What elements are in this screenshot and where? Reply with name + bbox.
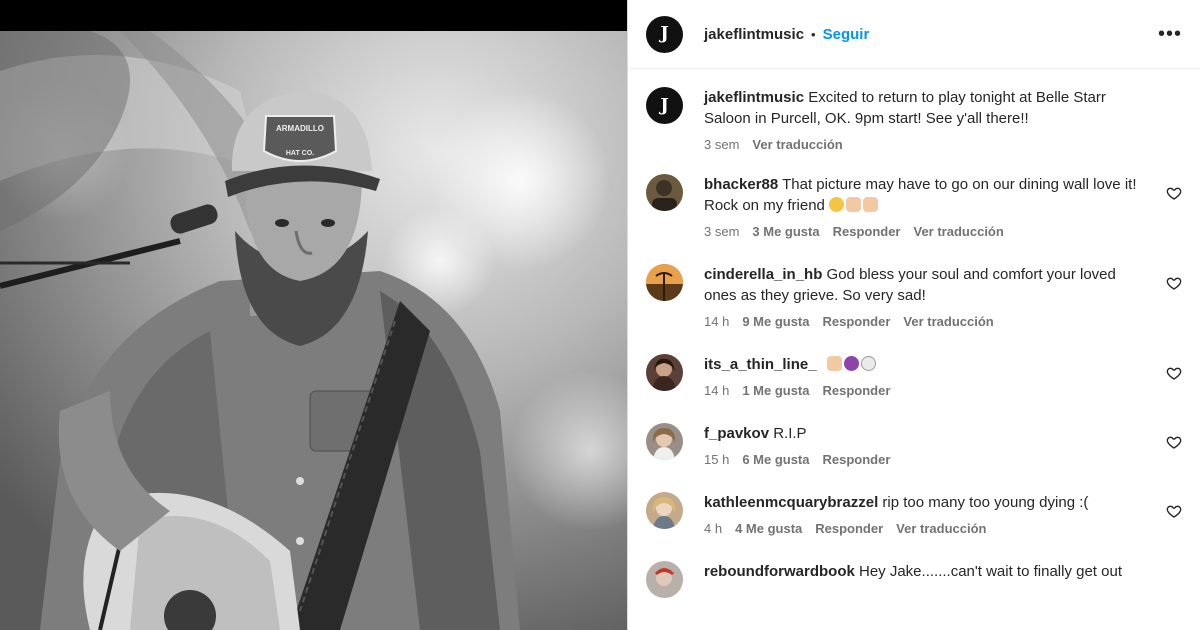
comment-text-block: reboundforwardbook Hey Jake.......can't … <box>704 561 1144 582</box>
reply-button[interactable]: Responder <box>833 224 901 239</box>
comment-meta: 14 h 1 Me gusta Responder <box>704 383 1144 398</box>
comment-row: its_a_thin_line_ 14 h 1 Me gusta Respond… <box>646 354 1182 398</box>
more-options-icon[interactable]: ••• <box>1158 23 1182 46</box>
comment-username[interactable]: bhacker88 <box>704 176 778 193</box>
svg-text:HAT CO.: HAT CO. <box>286 150 314 157</box>
comment-text-block: bhacker88 That picture may have to go on… <box>704 174 1144 216</box>
commenter-avatar[interactable] <box>646 561 683 598</box>
comment-meta: 15 h 6 Me gusta Responder <box>704 452 1144 467</box>
post-photo[interactable]: ARMADILLO HAT CO. <box>0 31 627 630</box>
dove-emoji-icon <box>860 356 876 371</box>
flexed-arm-emoji-icon <box>846 197 862 212</box>
follow-button[interactable]: Seguir <box>823 26 870 43</box>
comment-time[interactable]: 14 h <box>704 383 729 398</box>
post-side-panel: J jakeflintmusic • Seguir ••• J jakeflin… <box>627 0 1200 630</box>
translate-link[interactable]: Ver traducción <box>914 224 1004 239</box>
post-photo-pane: ARMADILLO HAT CO. <box>0 0 627 630</box>
comment-time[interactable]: 15 h <box>704 452 729 467</box>
comment-username[interactable]: reboundforwardbook <box>704 563 855 580</box>
comment-username[interactable]: kathleenmcquarybrazzel <box>704 494 878 511</box>
purple-heart-emoji-icon <box>843 356 859 371</box>
comment-time[interactable]: 4 h <box>704 521 722 536</box>
comment-time[interactable]: 14 h <box>704 314 729 329</box>
comment-text-block: cinderella_in_hb God bless your soul and… <box>704 264 1144 306</box>
like-heart-icon[interactable] <box>1166 365 1182 381</box>
comment-row: kathleenmcquarybrazzel rip too many too … <box>646 492 1182 536</box>
comment-text: R.I.P <box>773 425 807 442</box>
photo-top-bar <box>0 0 627 31</box>
praying-hands-emoji-icon <box>826 356 842 371</box>
comment-text-block: kathleenmcquarybrazzel rip too many too … <box>704 492 1144 513</box>
thumbs-up-emoji-icon <box>863 197 879 212</box>
laughing-emoji-icon <box>829 197 845 212</box>
translate-link[interactable]: Ver traducción <box>896 521 986 536</box>
post-header: J jakeflintmusic • Seguir ••• <box>628 0 1200 69</box>
reply-button[interactable]: Responder <box>823 383 891 398</box>
like-heart-icon[interactable] <box>1166 275 1182 291</box>
commenter-avatar[interactable] <box>646 423 683 460</box>
comment-meta: 4 h 4 Me gusta Responder Ver traducción <box>704 521 1144 536</box>
caption-translate-link[interactable]: Ver traducción <box>752 137 842 152</box>
like-heart-icon[interactable] <box>1166 503 1182 519</box>
comment-likes[interactable]: 9 Me gusta <box>742 314 809 329</box>
caption-time[interactable]: 3 sem <box>704 137 739 152</box>
comment-text: Hey Jake.......can't wait to finally get… <box>859 563 1122 580</box>
author-avatar[interactable]: J <box>646 15 683 53</box>
comment-likes[interactable]: 1 Me gusta <box>742 383 809 398</box>
comment-username[interactable]: f_pavkov <box>704 425 769 442</box>
comment-likes[interactable]: 3 Me gusta <box>752 224 819 239</box>
caption-username[interactable]: jakeflintmusic <box>704 89 804 106</box>
comment-row: reboundforwardbook Hey Jake.......can't … <box>646 561 1182 598</box>
comment-likes[interactable]: 4 Me gusta <box>735 521 802 536</box>
translate-link[interactable]: Ver traducción <box>903 314 993 329</box>
commenter-avatar[interactable] <box>646 264 683 301</box>
like-heart-icon[interactable] <box>1166 434 1182 450</box>
comments-list: J jakeflintmusic Excited to return to pl… <box>628 69 1200 598</box>
caption-row: J jakeflintmusic Excited to return to pl… <box>646 87 1182 152</box>
caption-text-block: jakeflintmusic Excited to return to play… <box>704 87 1144 129</box>
comment-text-block: f_pavkov R.I.P <box>704 423 1144 444</box>
comment-row: f_pavkov R.I.P 15 h 6 Me gusta Responder <box>646 423 1182 467</box>
commenter-avatar[interactable] <box>646 354 683 391</box>
separator-dot: • <box>811 26 816 42</box>
comment-meta: 14 h 9 Me gusta Responder Ver traducción <box>704 314 1144 329</box>
comment-meta: 3 sem 3 Me gusta Responder Ver traducció… <box>704 224 1144 239</box>
like-heart-icon[interactable] <box>1166 185 1182 201</box>
reply-button[interactable]: Responder <box>815 521 883 536</box>
svg-text:ARMADILLO: ARMADILLO <box>276 124 324 133</box>
reply-button[interactable]: Responder <box>823 452 891 467</box>
comment-time[interactable]: 3 sem <box>704 224 739 239</box>
comment-row: bhacker88 That picture may have to go on… <box>646 174 1182 239</box>
comment-username[interactable]: its_a_thin_line_ <box>704 356 817 373</box>
comment-username[interactable]: cinderella_in_hb <box>704 266 822 283</box>
commenter-avatar[interactable] <box>646 492 683 529</box>
comment-text: rip too many too young dying :( <box>882 494 1089 511</box>
commenter-avatar[interactable] <box>646 174 683 211</box>
caption-author-avatar[interactable]: J <box>646 87 683 124</box>
comment-row: cinderella_in_hb God bless your soul and… <box>646 264 1182 329</box>
caption-meta: 3 sem Ver traducción <box>704 137 1144 152</box>
reply-button[interactable]: Responder <box>823 314 891 329</box>
comment-likes[interactable]: 6 Me gusta <box>742 452 809 467</box>
comment-text-block: its_a_thin_line_ <box>704 354 1144 375</box>
author-username[interactable]: jakeflintmusic <box>704 26 804 43</box>
